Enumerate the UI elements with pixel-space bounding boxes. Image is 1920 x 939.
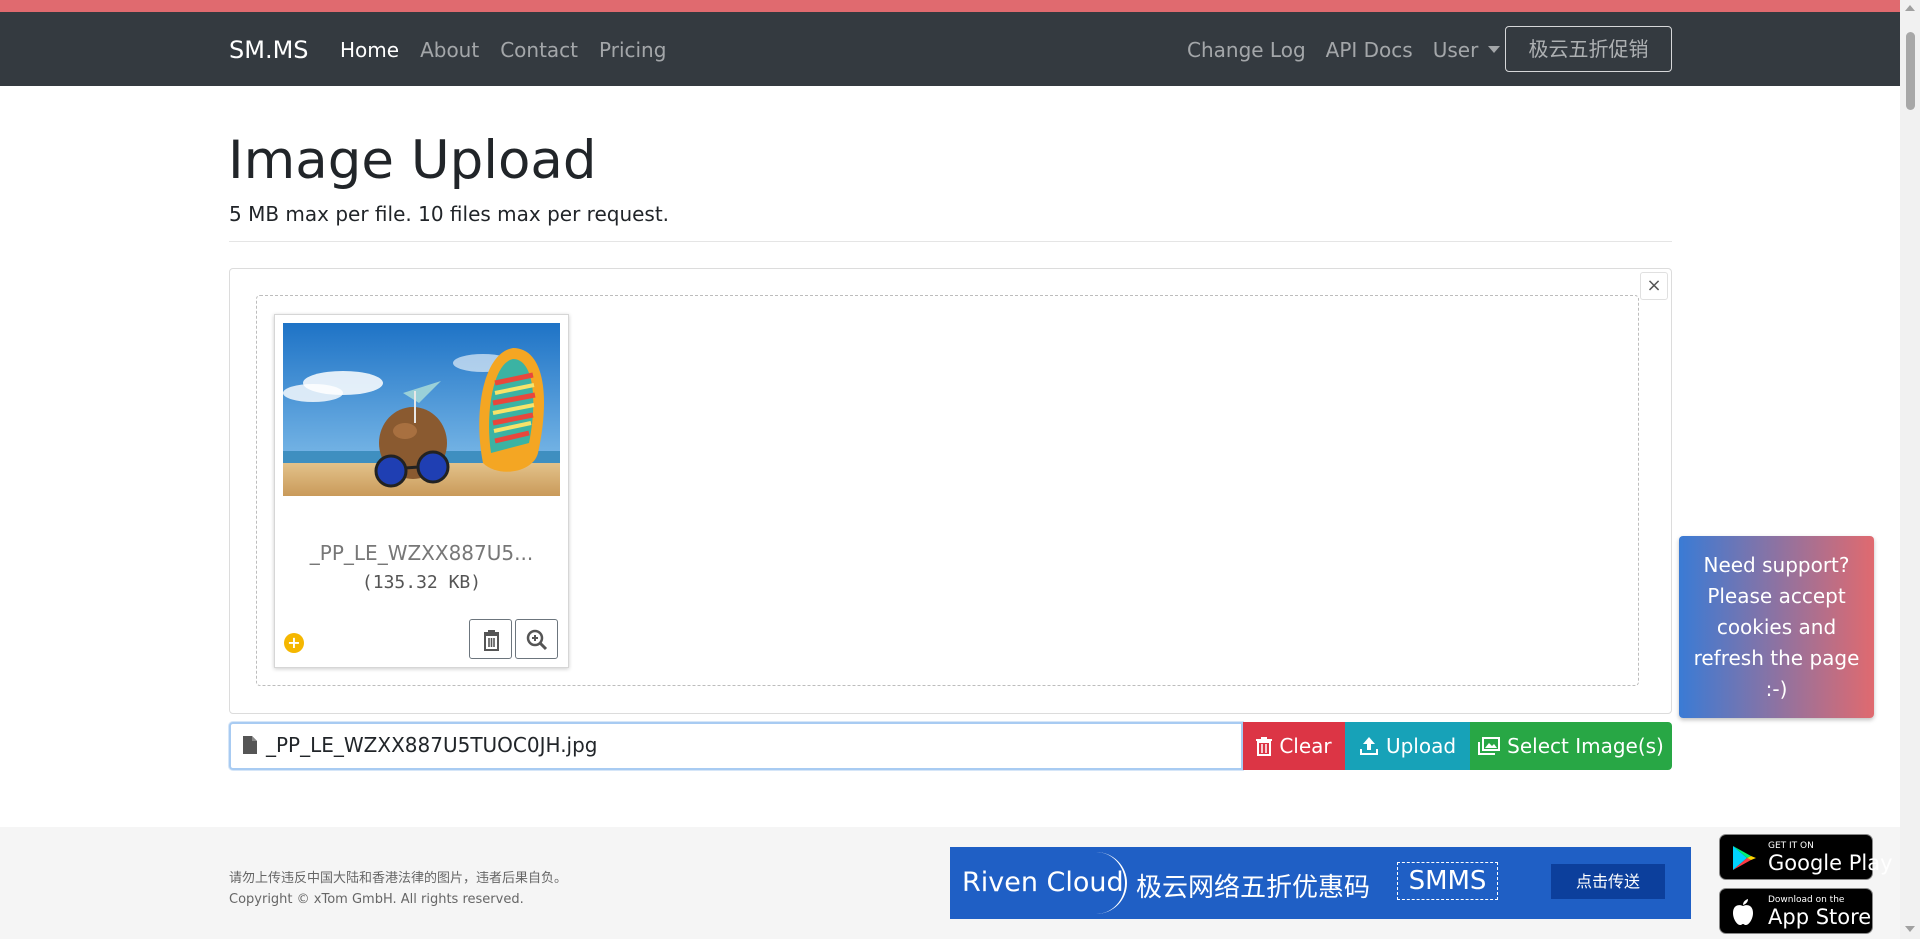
support-line: Need support? [1703,553,1850,577]
app-store-badge[interactable]: Download on the App Store [1719,888,1873,934]
banner-text: 极云网络五折优惠码 [1136,873,1371,903]
banner-arc-decoration [1091,852,1127,914]
chevron-down-icon [1488,46,1501,53]
support-line: Please accept [1707,584,1846,608]
page-scrollbar[interactable] [1900,0,1920,939]
trash-icon [484,630,499,651]
scroll-up-icon[interactable] [1905,5,1915,11]
nav-api-docs[interactable]: API Docs [1326,38,1413,62]
scroll-down-icon[interactable] [1905,926,1915,932]
page-title: Image Upload [228,130,597,191]
nav-pricing[interactable]: Pricing [599,38,666,62]
clear-button[interactable]: Clear [1243,722,1345,770]
promo-button[interactable]: 极云五折促销 [1505,26,1672,72]
remove-file-button[interactable] [469,619,512,659]
top-accent-strip [0,0,1900,12]
file-size: (135.32 KB) [361,572,482,593]
promo-banner[interactable]: Riven Cloud 极云网络五折优惠码 SMMS 点击传送 [950,847,1691,919]
google-play-badge[interactable]: GET IT ON Google Play [1719,834,1893,880]
images-icon [1478,737,1501,755]
google-play-small-text: GET IT ON [1768,841,1814,851]
upload-label: Upload [1385,734,1457,758]
support-line: :-) [1765,677,1788,701]
upload-icon [1359,737,1378,755]
support-notice[interactable]: Need support? Please accept cookies and … [1679,536,1874,718]
select-images-button[interactable]: Select Image(s) [1470,722,1672,770]
apple-icon [1733,899,1753,925]
nav-about[interactable]: About [420,38,479,62]
app-store-text: App Store [1768,905,1872,929]
nav-change-log[interactable]: Change Log [1187,38,1306,62]
trash-icon [1256,737,1273,756]
file-icon [243,736,257,754]
google-play-icon [1733,846,1756,870]
nav-home[interactable]: Home [340,38,399,62]
select-images-label: Select Image(s) [1507,734,1664,758]
banner-action-button[interactable]: 点击传送 [1551,864,1665,899]
divider [229,241,1672,242]
scrollbar-thumb[interactable] [1906,32,1915,110]
preview-image [283,323,560,496]
zoom-preview-button[interactable] [515,619,558,659]
footer-legal-notice: 请勿上传违反中国大陆和香港法律的图片，违者后果自负。 [229,871,568,886]
google-play-text: Google Play [1768,851,1893,875]
nav-user-label: User [1432,38,1479,62]
banner-coupon-code: SMMS [1397,862,1498,900]
app-store-small-text: Download on the [1768,895,1845,905]
close-icon[interactable]: × [1640,272,1668,300]
nav-left-links: Home About Contact Pricing [340,38,687,62]
file-name-value: _PP_LE_WZXX887U5TUOC0JH.jpg [266,733,598,757]
zoom-in-icon [526,629,548,651]
navbar: SM.MS Home About Contact Pricing Change … [0,12,1900,86]
file-name-short: _PP_LE_WZXX887U5... [309,541,534,565]
support-line: refresh the page [1693,646,1860,670]
upload-button[interactable]: Upload [1345,722,1470,770]
page-subtitle: 5 MB max per file. 10 files max per requ… [229,202,670,226]
footer-copyright: Copyright © xTom GmbH. All rights reserv… [229,892,524,907]
nav-contact[interactable]: Contact [500,38,578,62]
brand-logo[interactable]: SM.MS [229,36,309,64]
plus-circle-icon: + [284,633,304,653]
support-line: cookies and [1716,615,1837,639]
clear-label: Clear [1279,734,1332,758]
